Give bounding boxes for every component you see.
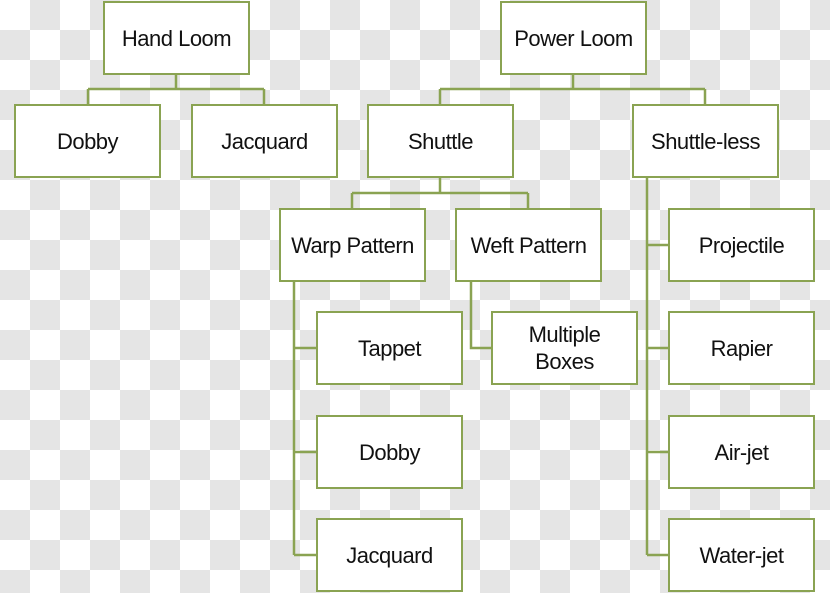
- node-weft-pattern: Weft Pattern: [455, 208, 602, 282]
- node-shuttle: Shuttle: [367, 104, 514, 178]
- node-multiple-boxes: Multiple Boxes: [491, 311, 638, 385]
- node-jacquard-hand: Jacquard: [191, 104, 338, 178]
- node-tappet: Tappet: [316, 311, 463, 385]
- connector-shuttle: [350, 178, 530, 208]
- node-jacquard-warp: Jacquard: [316, 518, 463, 592]
- connector-hand-loom: [86, 74, 266, 104]
- connector-power-loom: [438, 74, 707, 104]
- node-dobby-hand: Dobby: [14, 104, 161, 178]
- node-power-loom: Power Loom: [500, 1, 647, 75]
- node-rapier: Rapier: [668, 311, 815, 385]
- node-dobby-warp: Dobby: [316, 415, 463, 489]
- connector-warp-pattern: [292, 281, 316, 557]
- connector-shuttle-less: [645, 178, 668, 557]
- node-shuttle-less: Shuttle-less: [632, 104, 779, 178]
- node-warp-pattern: Warp Pattern: [279, 208, 426, 282]
- connectors: [86, 74, 707, 557]
- connector-weft-pattern: [469, 281, 491, 350]
- node-hand-loom: Hand Loom: [103, 1, 250, 75]
- node-projectile: Projectile: [668, 208, 815, 282]
- node-air-jet: Air-jet: [668, 415, 815, 489]
- node-water-jet: Water-jet: [668, 518, 815, 592]
